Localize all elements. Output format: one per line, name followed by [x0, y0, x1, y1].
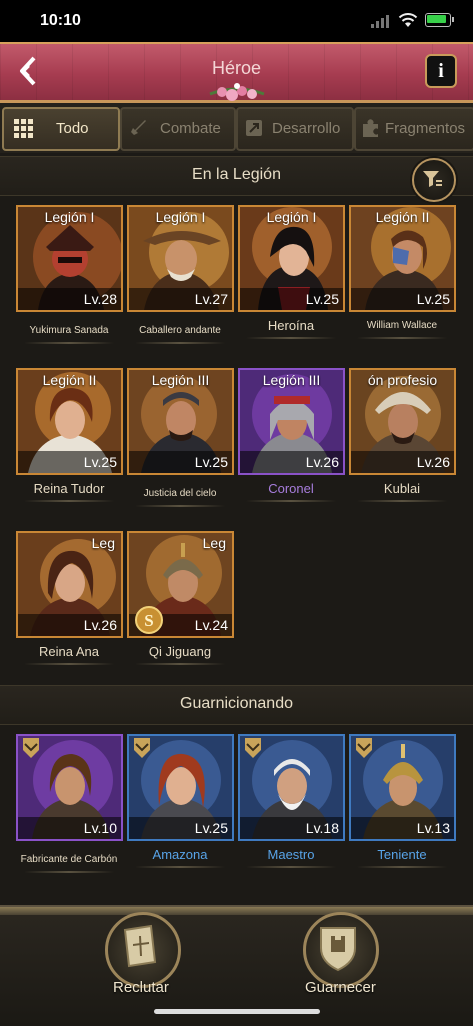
- hero-name-plate: Maestro: [242, 840, 340, 870]
- tower-shield-icon: [320, 927, 356, 972]
- hero-card-caballero[interactable]: Legión I Lv.27: [127, 205, 234, 312]
- status-bar: 10:10: [0, 0, 473, 42]
- section-title-garrison: Guarnicionando: [180, 695, 293, 712]
- hero-card-justicia[interactable]: Legión III Lv.25: [127, 368, 234, 475]
- section-header-legion: En la Legión: [0, 156, 473, 196]
- info-button[interactable]: i: [425, 54, 457, 88]
- hero-name-plate: Fabricante de Carbón: [20, 845, 118, 875]
- hero-level: Lv.25: [351, 288, 454, 310]
- tab-desarrollo-label: Desarrollo: [272, 120, 341, 137]
- svg-text:S: S: [144, 611, 153, 630]
- tab-todo[interactable]: Todo: [2, 107, 120, 151]
- hero-level: Lv.26: [18, 614, 121, 636]
- hero-card-heroina[interactable]: Legión I Lv.25: [238, 205, 345, 312]
- recruit-label: Reclutar: [113, 979, 169, 996]
- hero-card-reina-tudor[interactable]: Legión II Lv.25: [16, 368, 123, 475]
- puzzle-icon: [363, 119, 378, 137]
- hero-level: Lv.25: [129, 451, 232, 473]
- hero-card-maestro[interactable]: Lv.18: [238, 734, 345, 841]
- filter-tabs: Todo Combate Desarrollo Fragmentos: [0, 103, 473, 153]
- hero-level: Lv.26: [351, 451, 454, 473]
- tab-combate[interactable]: Combate: [120, 107, 236, 151]
- hero-name-plate: Heroína: [242, 311, 340, 341]
- hero-level: Lv.25: [18, 451, 121, 473]
- hero-level: Lv.27: [129, 288, 232, 310]
- tab-desarrollo[interactable]: Desarrollo: [236, 107, 354, 151]
- hero-name-plate: Yukimura Sanada: [20, 316, 118, 346]
- hero-card-wallace[interactable]: Legión II Lv.25: [349, 205, 456, 312]
- hero-legion-label: Legión I: [155, 209, 206, 225]
- upgrade-icon: [246, 120, 262, 136]
- hero-card-yukimura[interactable]: Legión I Lv.28: [16, 205, 123, 312]
- bottom-action-bar: [0, 905, 473, 1026]
- hero-card-qi-jiguang[interactable]: Leg Lv.24 S: [127, 531, 234, 638]
- hero-legion-label: Legión III: [262, 372, 321, 388]
- hero-name-plate: Amazona: [131, 840, 229, 870]
- tab-combate-label: Combate: [160, 120, 221, 137]
- hero-legion-label: Legión I: [266, 209, 317, 225]
- hero-name-plate: Qi Jiguang: [131, 637, 229, 667]
- book-icon: [123, 924, 157, 968]
- garrison-chevron-icon: [23, 738, 39, 758]
- signal-icon: [371, 14, 389, 28]
- filter-icon: [423, 171, 442, 187]
- hero-legion-label: Leg: [91, 535, 115, 551]
- hero-name-plate: Reina Tudor: [20, 474, 118, 504]
- hero-name-plate: Teniente: [353, 840, 451, 870]
- hero-level: Lv.10: [18, 817, 121, 839]
- hero-card-fabricante[interactable]: Lv.10: [16, 734, 123, 841]
- hero-legion-label: Legión II: [42, 372, 97, 388]
- filter-button[interactable]: [412, 158, 456, 202]
- wifi-icon: [398, 13, 418, 27]
- grid-icon: [14, 119, 33, 138]
- hero-level: Lv.25: [129, 817, 232, 839]
- hero-name-plate: Caballero andante: [131, 316, 229, 346]
- hero-legion-label: Legión II: [375, 209, 430, 225]
- hero-name-plate: Kublai: [353, 474, 451, 504]
- tab-fragmentos-label: Fragmentos: [385, 120, 466, 137]
- home-indicator: [154, 1009, 320, 1014]
- garrison-chevron-icon: [245, 738, 261, 758]
- recruit-button[interactable]: [105, 912, 181, 988]
- hero-name-plate: Justicia del cielo: [131, 479, 229, 509]
- garrison-button[interactable]: [303, 912, 379, 988]
- hero-name-plate: William Wallace: [353, 311, 451, 341]
- garrison-chevron-icon: [134, 738, 150, 758]
- hero-legion-label: Legión I: [44, 209, 95, 225]
- battery-icon: [425, 13, 454, 27]
- hero-level: Lv.25: [240, 288, 343, 310]
- hero-level: Lv.13: [351, 817, 454, 839]
- hero-level: Lv.26: [240, 451, 343, 473]
- tab-fragmentos[interactable]: Fragmentos: [354, 107, 473, 151]
- garrison-label: Guarnecer: [305, 979, 376, 996]
- hero-card-amazona[interactable]: Lv.25: [127, 734, 234, 841]
- hero-card-reina-ana[interactable]: Leg Lv.26: [16, 531, 123, 638]
- hero-legion-label: ón profesio: [367, 372, 438, 388]
- tab-todo-label: Todo: [56, 120, 89, 137]
- hero-card-kublai[interactable]: ón profesio Lv.26: [349, 368, 456, 475]
- hero-name-plate: Reina Ana: [20, 637, 118, 667]
- hero-card-teniente[interactable]: Lv.13: [349, 734, 456, 841]
- hero-card-coronel[interactable]: Legión III Lv.26: [238, 368, 345, 475]
- section-title-legion: En la Legión: [192, 166, 281, 183]
- hero-level: Lv.28: [18, 288, 121, 310]
- hero-legion-label: Leg: [202, 535, 226, 551]
- status-time: 10:10: [40, 12, 81, 29]
- hero-name-plate: Coronel: [242, 474, 340, 504]
- page-title: Héroe: [211, 58, 262, 78]
- garrison-chevron-icon: [356, 738, 372, 758]
- flower-ornament: [209, 83, 265, 101]
- hero-legion-label: Legión III: [151, 372, 210, 388]
- gold-s-badge-icon: S: [135, 606, 163, 634]
- section-header-garrison: Guarnicionando: [0, 685, 473, 725]
- hero-level: Lv.18: [240, 817, 343, 839]
- sword-icon: [131, 120, 146, 135]
